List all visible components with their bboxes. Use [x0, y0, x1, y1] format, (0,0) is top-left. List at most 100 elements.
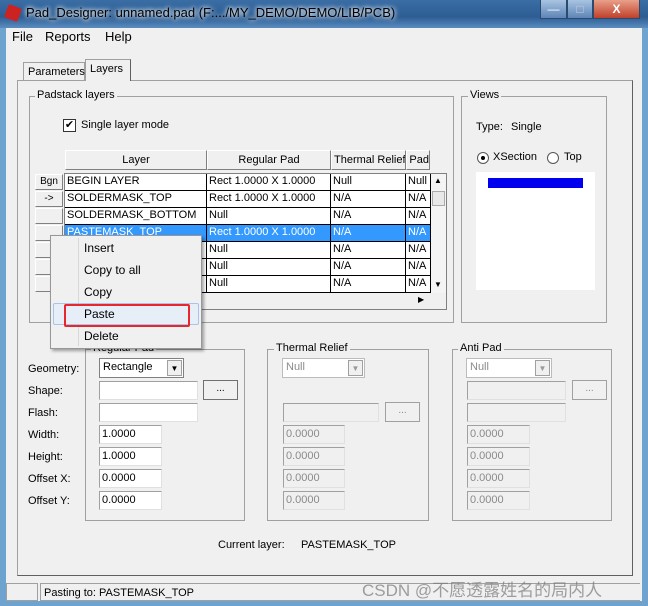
dropdown-arrow-icon[interactable]: ▼ [535, 360, 550, 376]
anti-pad-label: Anti Pad [458, 342, 504, 354]
thermal-width-input[interactable]: 0.0000 [283, 425, 345, 444]
table-cell[interactable]: N/A [406, 259, 431, 276]
regular-flash-input[interactable] [99, 403, 198, 422]
minimize-button[interactable]: — [540, 0, 567, 19]
table-cell[interactable]: N/A [406, 242, 431, 259]
layer-bar [488, 178, 583, 188]
offset-x-label: Offset X: [28, 473, 71, 485]
maximize-button[interactable]: □ [567, 0, 593, 19]
current-layer-value: PASTEMASK_TOP [301, 539, 396, 551]
table-cell[interactable]: Rect 1.0000 X 1.0000 [207, 225, 331, 242]
anti-height-input[interactable]: 0.0000 [467, 447, 530, 466]
menu-reports[interactable]: Reports [45, 29, 91, 44]
table-cell[interactable]: N/A [406, 208, 431, 225]
anti-geometry-value: Null [470, 361, 489, 373]
column-header-anti-pad[interactable]: Anti Pad [406, 150, 430, 170]
context-menu: Insert Copy to all Copy Paste Delete [50, 235, 202, 349]
title-bar: Pad_Designer: unnamed.pad (F:.../MY_DEMO… [0, 0, 648, 28]
regular-offset-x-input[interactable]: 0.0000 [99, 469, 162, 488]
menu-file[interactable]: File [12, 29, 33, 44]
table-cell[interactable]: Null [207, 259, 331, 276]
table-cell[interactable]: N/A [331, 259, 406, 276]
flash-label: Flash: [28, 407, 58, 419]
regular-width-input[interactable]: 1.0000 [99, 425, 162, 444]
row-button[interactable]: -> [35, 191, 63, 207]
table-cell[interactable]: BEGIN LAYER [65, 174, 207, 191]
scroll-thumb[interactable] [432, 191, 445, 206]
tab-layers[interactable]: Layers [85, 59, 131, 81]
thermal-flash-input[interactable] [283, 403, 379, 422]
menu-item-copy-to-all[interactable]: Copy to all [84, 263, 141, 277]
scroll-up-arrow[interactable]: ▲ [434, 176, 442, 185]
xsection-radio[interactable] [477, 152, 489, 164]
width-label: Width: [28, 429, 60, 441]
column-header-regular-pad[interactable]: Regular Pad [207, 150, 331, 170]
app-icon [4, 4, 22, 22]
top-label: Top [564, 151, 582, 163]
table-cell[interactable]: N/A [331, 191, 406, 208]
horizontal-scroll-right-arrow[interactable]: ▶ [418, 295, 424, 304]
window-title: Pad_Designer: unnamed.pad (F:.../MY_DEMO… [26, 5, 396, 20]
tab-parameters[interactable]: Parameters [23, 62, 85, 80]
thermal-geometry-value: Null [286, 361, 305, 373]
single-layer-label: Single layer mode [81, 119, 170, 131]
thermal-offset-y-input[interactable]: 0.0000 [283, 491, 345, 510]
thermal-flash-browse-button[interactable]: ... [385, 402, 420, 422]
table-cell[interactable]: Rect 1.0000 X 1.0000 [207, 191, 331, 208]
dropdown-arrow-icon[interactable]: ▼ [348, 360, 363, 376]
anti-shape-browse-button[interactable]: ... [572, 380, 607, 400]
geometry-label: Geometry: [28, 363, 80, 375]
thermal-offset-x-input[interactable]: 0.0000 [283, 469, 345, 488]
regular-shape-browse-button[interactable]: ... [203, 380, 238, 400]
table-cell[interactable]: N/A [406, 225, 431, 242]
anti-flash-input[interactable] [467, 403, 566, 422]
table-cell[interactable]: Null [331, 174, 406, 191]
anti-width-input[interactable]: 0.0000 [467, 425, 530, 444]
close-button[interactable]: X [593, 0, 640, 19]
regular-geometry-value: Rectangle [103, 361, 153, 373]
paste-highlight-box [64, 304, 190, 327]
table-cell[interactable]: N/A [331, 276, 406, 293]
anti-offset-x-input[interactable]: 0.0000 [467, 469, 530, 488]
dropdown-arrow-icon[interactable]: ▼ [167, 360, 182, 376]
single-layer-checkbox[interactable]: ✔ [63, 119, 76, 132]
table-cell[interactable]: N/A [331, 208, 406, 225]
xsection-label: XSection [493, 151, 538, 163]
column-header-thermal-relief[interactable]: Thermal Relief [331, 150, 406, 170]
table-cell[interactable]: N/A [331, 225, 406, 242]
anti-geometry-select[interactable]: Null ▼ [466, 358, 552, 378]
current-layer-label: Current layer: [218, 539, 285, 551]
top-radio[interactable] [547, 152, 559, 164]
shape-label: Shape: [28, 385, 63, 397]
table-cell[interactable]: Null [207, 242, 331, 259]
menu-item-delete[interactable]: Delete [84, 329, 119, 343]
table-cell[interactable]: N/A [331, 242, 406, 259]
table-cell[interactable]: Null [207, 208, 331, 225]
menu-item-insert[interactable]: Insert [84, 241, 114, 255]
scroll-down-arrow[interactable]: ▼ [434, 280, 442, 289]
table-cell[interactable]: SOLDERMASK_BOTTOM [65, 208, 207, 225]
table-cell[interactable]: SOLDERMASK_TOP [65, 191, 207, 208]
row-button[interactable] [35, 208, 63, 224]
vertical-scrollbar[interactable]: ▲ ▼ [431, 174, 446, 293]
table-cell[interactable]: Null [207, 276, 331, 293]
regular-height-input[interactable]: 1.0000 [99, 447, 162, 466]
menu-help[interactable]: Help [105, 29, 132, 44]
height-label: Height: [28, 451, 63, 463]
anti-shape-input[interactable] [467, 381, 566, 400]
thermal-height-input[interactable]: 0.0000 [283, 447, 345, 466]
table-cell[interactable]: N/A [406, 276, 431, 293]
table-cell[interactable]: Null [406, 174, 431, 191]
watermark: CSDN @不愿透露姓名的局内人 [362, 581, 603, 600]
column-header-layer[interactable]: Layer [65, 150, 207, 170]
type-value: Single [511, 121, 542, 133]
table-cell[interactable]: Rect 1.0000 X 1.0000 [207, 174, 331, 191]
regular-geometry-select[interactable]: Rectangle ▼ [99, 358, 184, 378]
menu-item-copy[interactable]: Copy [84, 285, 112, 299]
row-button[interactable]: Bgn [35, 174, 63, 190]
thermal-geometry-select[interactable]: Null ▼ [282, 358, 365, 378]
table-cell[interactable]: N/A [406, 191, 431, 208]
regular-offset-y-input[interactable]: 0.0000 [99, 491, 162, 510]
regular-shape-input[interactable] [99, 381, 198, 400]
anti-offset-y-input[interactable]: 0.0000 [467, 491, 530, 510]
